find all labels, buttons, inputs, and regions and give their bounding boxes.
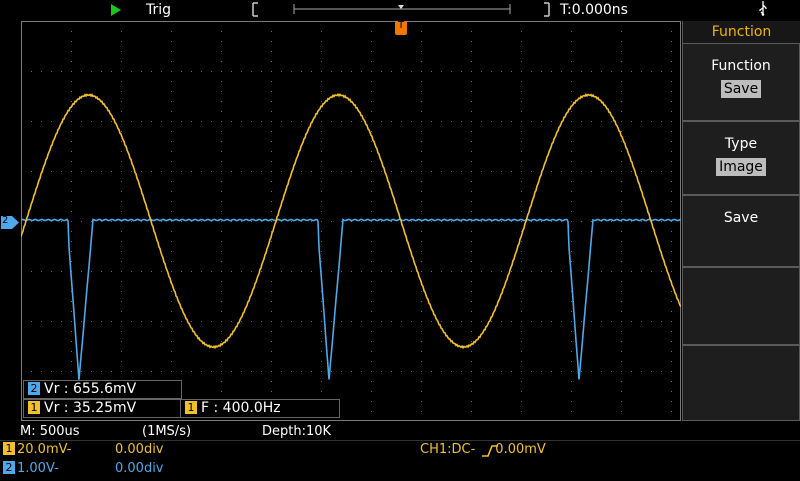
menu-empty-button-4[interactable] [682, 267, 800, 345]
ch1-scale: 20.0mV- [17, 442, 72, 457]
ch1-freq-text: F : 400.0Hz [201, 400, 281, 416]
usb-icon [758, 1, 768, 20]
ch1-vr-text: Vr : 35.25mV [44, 400, 137, 416]
sample-rate: (1MS/s) [142, 424, 192, 439]
measure-ch1-freq: 1 F : 400.0Hz [180, 399, 340, 418]
trigger-source: CH1:DC- [420, 442, 476, 457]
trigger-level: 0.00mV [495, 442, 546, 457]
menu-empty-button-5[interactable] [682, 345, 800, 421]
timebase-scale[interactable]: M: 500us [20, 424, 80, 439]
ch2-status[interactable]: 2 1.00V- [3, 461, 59, 476]
menu-function-button[interactable]: Function Save [682, 43, 800, 121]
menu-type-value: Image [716, 158, 766, 176]
ch1-badge: 1 [28, 401, 40, 414]
ch2-badge: 2 [3, 461, 15, 474]
waveform-display[interactable] [21, 21, 681, 421]
menu-save-label: Save [723, 210, 759, 226]
menu-save-button[interactable]: Save [682, 195, 800, 267]
ch2-offset: 0.00div [115, 461, 164, 476]
ch2-vr-text: Vr : 655.6mV [44, 381, 137, 397]
ch2-level-marker[interactable]: 2 [0, 214, 20, 229]
rising-edge-icon [482, 445, 498, 457]
menu-title: Function [682, 21, 800, 43]
time-offset: T:0.000ns [560, 2, 628, 18]
ch2-scale: 1.00V- [17, 461, 59, 476]
menu-function-value: Save [720, 80, 762, 98]
ch2-badge: 2 [28, 382, 40, 395]
trigger-position-marker[interactable]: T [395, 20, 407, 35]
memory-position-bar[interactable] [252, 2, 550, 17]
top-status-bar: Trig T:0.000ns [0, 0, 800, 21]
trigger-status: Trig [146, 2, 172, 18]
function-menu: Function Function Save Type Image Save [682, 21, 800, 421]
menu-function-label: Function [711, 58, 771, 74]
ch1-badge: 1 [185, 401, 197, 414]
ch1-status[interactable]: 1 20.0mV- [3, 442, 71, 457]
ch1-badge: 1 [3, 442, 15, 455]
measure-ch2-vr: 2 Vr : 655.6mV [23, 380, 182, 399]
memory-depth: Depth:10K [262, 424, 332, 439]
ch2-waveform [21, 218, 681, 380]
channel-status-bar: 1 20.0mV- 0.00div 2 1.00V- 0.00div CH1:DC-… [0, 440, 800, 481]
run-state-icon [111, 4, 121, 16]
measure-ch1-vr: 1 Vr : 35.25mV [23, 399, 182, 418]
ch1-offset: 0.00div [115, 442, 164, 457]
timebase-bar: M: 500us (1MS/s) Depth:10K [0, 422, 800, 440]
menu-type-label: Type [724, 136, 758, 152]
menu-type-button[interactable]: Type Image [682, 121, 800, 195]
